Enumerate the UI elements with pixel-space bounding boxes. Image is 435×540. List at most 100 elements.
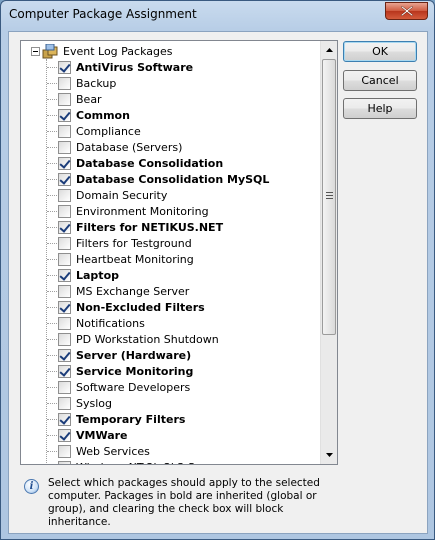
package-checkbox[interactable] <box>58 188 71 202</box>
ok-button[interactable]: OK <box>343 41 417 62</box>
package-checkbox[interactable] <box>58 204 71 218</box>
package-item[interactable]: Filters for Testground <box>47 235 192 251</box>
package-item[interactable]: Bear <box>47 91 102 107</box>
package-item[interactable]: Windows NT-2k-2k3 Server <box>47 459 224 464</box>
package-item[interactable]: Laptop <box>47 267 119 283</box>
package-item[interactable]: PD Workstation Shutdown <box>47 331 219 347</box>
dialog-client-area: Event Log Packages AntiVirus Software Bac… <box>8 31 428 534</box>
package-item[interactable]: Web Services <box>47 443 150 459</box>
package-label: Filters for NETIKUS.NET <box>76 220 224 234</box>
package-item[interactable]: Heartbeat Monitoring <box>47 251 194 267</box>
collapse-icon[interactable] <box>31 46 40 56</box>
package-label: AntiVirus Software <box>76 60 194 74</box>
tree-connector <box>47 386 57 388</box>
package-item[interactable]: Backup <box>47 75 116 91</box>
package-checkbox[interactable] <box>58 108 71 122</box>
tree-root[interactable]: Event Log Packages <box>31 43 172 59</box>
package-label: VMWare <box>76 428 128 442</box>
package-checkbox[interactable] <box>58 364 71 378</box>
package-label: Web Services <box>76 444 150 458</box>
package-label: MS Exchange Server <box>76 284 190 298</box>
cancel-button[interactable]: Cancel <box>343 70 417 91</box>
package-checkbox[interactable] <box>58 124 71 138</box>
package-checkbox[interactable] <box>58 220 71 234</box>
package-checkbox[interactable] <box>58 172 71 186</box>
tree-connector <box>47 242 57 244</box>
package-item[interactable]: Database Consolidation MySQL <box>47 171 269 187</box>
package-item[interactable]: Software Developers <box>47 379 190 395</box>
package-checkbox[interactable] <box>58 252 71 266</box>
grip-icon <box>326 192 333 199</box>
tree-connector <box>47 226 57 228</box>
package-checkbox[interactable] <box>58 60 71 74</box>
tree-connector <box>47 210 57 212</box>
tree-connector <box>47 450 57 452</box>
package-item[interactable]: MS Exchange Server <box>47 283 189 299</box>
package-checkbox[interactable] <box>58 348 71 362</box>
tree-content: Event Log Packages AntiVirus Software Bac… <box>21 41 321 464</box>
package-item[interactable]: Temporary Filters <box>47 411 185 427</box>
arrow-up-icon <box>325 47 333 52</box>
tree-connector <box>47 194 57 196</box>
tree-connector <box>47 274 57 276</box>
arrow-down-icon <box>325 452 333 457</box>
package-checkbox[interactable] <box>58 316 71 330</box>
package-checkbox[interactable] <box>58 92 71 106</box>
package-checkbox[interactable] <box>58 396 71 410</box>
package-tree[interactable]: Event Log Packages AntiVirus Software Bac… <box>20 40 338 465</box>
package-item[interactable]: Compliance <box>47 123 141 139</box>
package-label: Laptop <box>76 268 119 282</box>
package-item[interactable]: Service Monitoring <box>47 363 193 379</box>
package-checkbox[interactable] <box>58 268 71 282</box>
tree-connector <box>47 402 57 404</box>
package-item[interactable]: VMWare <box>47 427 128 443</box>
info-icon: i <box>24 479 39 494</box>
package-item[interactable]: Non-Excluded Filters <box>47 299 205 315</box>
package-checkbox[interactable] <box>58 428 71 442</box>
package-label: Notifications <box>76 316 145 330</box>
package-item[interactable]: Syslog <box>47 395 112 411</box>
tree-connector <box>47 82 57 84</box>
package-item[interactable]: Filters for NETIKUS.NET <box>47 219 223 235</box>
package-item[interactable]: Database (Servers) <box>47 139 182 155</box>
title-bar[interactable]: Computer Package Assignment <box>1 1 434 31</box>
package-label: PD Workstation Shutdown <box>76 332 219 346</box>
package-checkbox[interactable] <box>58 236 71 250</box>
tree-connector <box>47 162 57 164</box>
window-title: Computer Package Assignment <box>9 7 197 21</box>
package-label: Filters for Testground <box>76 236 192 250</box>
package-item[interactable]: Database Consolidation <box>47 155 223 171</box>
package-checkbox[interactable] <box>58 444 71 458</box>
package-item[interactable]: AntiVirus Software <box>47 59 193 75</box>
package-label: Non-Excluded Filters <box>76 300 205 314</box>
package-checkbox[interactable] <box>58 460 71 464</box>
package-checkbox[interactable] <box>58 76 71 90</box>
help-button[interactable]: Help <box>343 98 417 119</box>
package-checkbox[interactable] <box>58 300 71 314</box>
package-checkbox[interactable] <box>58 380 71 394</box>
package-item[interactable]: Environment Monitoring <box>47 203 209 219</box>
tree-connector <box>47 306 57 308</box>
scroll-down-button[interactable] <box>321 446 337 463</box>
scroll-thumb[interactable] <box>322 59 336 335</box>
tree-connector <box>47 178 57 180</box>
scroll-up-button[interactable] <box>321 41 337 58</box>
package-label: Compliance <box>76 124 141 138</box>
package-checkbox[interactable] <box>58 332 71 346</box>
package-item[interactable]: Server (Hardware) <box>47 347 191 363</box>
vertical-scrollbar[interactable] <box>320 41 337 464</box>
tree-connector <box>47 290 57 292</box>
package-label: Database Consolidation MySQL <box>76 172 270 186</box>
package-item[interactable]: Notifications <box>47 315 145 331</box>
tree-connector <box>47 322 57 324</box>
package-checkbox[interactable] <box>58 412 71 426</box>
package-label: Backup <box>76 76 117 90</box>
tree-connector <box>47 146 57 148</box>
package-checkbox[interactable] <box>58 140 71 154</box>
package-label: Syslog <box>76 396 112 410</box>
package-checkbox[interactable] <box>58 156 71 170</box>
package-item[interactable]: Common <box>47 107 130 123</box>
package-checkbox[interactable] <box>58 284 71 298</box>
package-item[interactable]: Domain Security <box>47 187 167 203</box>
close-button[interactable] <box>385 2 428 20</box>
